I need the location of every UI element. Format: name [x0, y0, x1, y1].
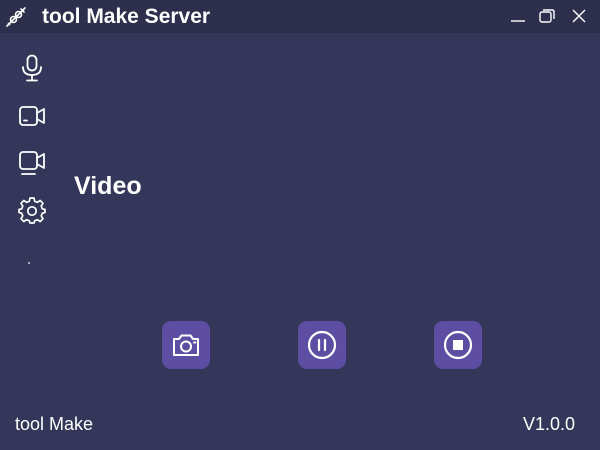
camera-snapshot-icon: [173, 334, 199, 356]
pause-button[interactable]: [298, 321, 346, 369]
stop-button[interactable]: [434, 321, 482, 369]
sidebar-item-screen-record[interactable]: [18, 149, 46, 177]
gear-icon: [18, 197, 46, 224]
maximize-icon[interactable]: [537, 6, 557, 26]
wrench-icon: [6, 7, 26, 27]
sidebar-item-microphone[interactable]: [18, 54, 46, 82]
screen-record-icon: [19, 151, 45, 175]
stop-icon: [443, 330, 473, 360]
sidebar-item-settings[interactable]: [18, 196, 46, 224]
section-title: Video: [74, 172, 142, 200]
pause-icon: [307, 330, 337, 360]
close-icon[interactable]: [569, 6, 589, 26]
app-window: tool Make Server Video tool Make V1.0.0: [0, 0, 600, 450]
title-bar[interactable]: tool Make Server: [0, 0, 600, 33]
footer-app-name: tool Make: [15, 414, 94, 434]
camera-icon: [19, 106, 45, 126]
minimize-icon[interactable]: [508, 6, 528, 26]
sidebar-item-camera[interactable]: [18, 102, 46, 130]
version-label: V1.0.0: [522, 414, 575, 434]
window-title: tool Make Server: [42, 5, 211, 28]
sidebar-indicator-dot: [28, 262, 30, 264]
microphone-icon: [22, 54, 42, 82]
snapshot-button[interactable]: [162, 321, 210, 369]
